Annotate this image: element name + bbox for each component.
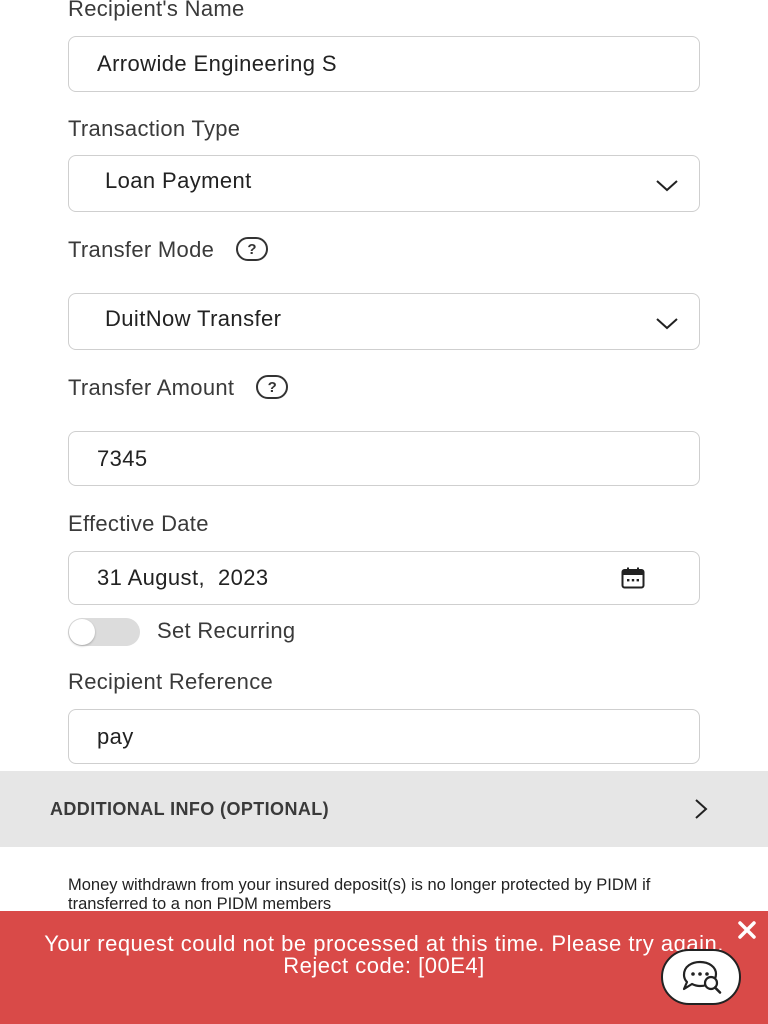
corner-accent: [754, 0, 768, 28]
transfer-amount-value: 7345: [97, 445, 148, 471]
additional-info-label: ADDITIONAL INFO (OPTIONAL): [50, 798, 330, 819]
error-message: Your request could not be processed at t…: [44, 931, 724, 978]
recipient-name-value: Arrowide Engineering S: [97, 51, 337, 76]
calendar-icon[interactable]: [621, 567, 645, 589]
error-banner: Your request could not be processed at t…: [0, 911, 768, 1024]
recipient-reference-input[interactable]: pay: [68, 709, 700, 764]
help-circle-icon[interactable]: ?: [256, 375, 289, 400]
transaction-type-select[interactable]: Loan Payment: [68, 155, 700, 212]
recipient-reference-label: Recipient Reference: [68, 669, 274, 694]
transfer-mode-label-text: Transfer Mode: [68, 237, 215, 262]
set-recurring-label: Set Recurring: [157, 618, 296, 643]
effective-date-value: 31 August, 2023: [97, 565, 269, 590]
chat-icon: [682, 960, 722, 994]
set-recurring-toggle[interactable]: [68, 618, 140, 646]
additional-info-section[interactable]: ADDITIONAL INFO (OPTIONAL): [0, 771, 768, 847]
pidm-notice: Money withdrawn from your insured deposi…: [68, 876, 651, 913]
effective-date-input[interactable]: 31 August, 2023: [68, 551, 700, 605]
transfer-amount-input[interactable]: 7345: [68, 431, 700, 486]
transfer-amount-label: Transfer Amount?: [68, 375, 289, 401]
recipient-name-label: Recipient's Name: [68, 0, 245, 21]
transfer-mode-select[interactable]: DuitNow Transfer: [68, 293, 700, 350]
chevron-down-icon: [656, 179, 678, 191]
chevron-right-icon: [695, 799, 708, 819]
transaction-type-label: Transaction Type: [68, 116, 241, 141]
help-circle-icon[interactable]: ?: [236, 237, 269, 262]
chevron-down-icon: [656, 317, 678, 329]
recipient-reference-value: pay: [97, 723, 134, 749]
recipient-name-input[interactable]: Arrowide Engineering S: [68, 36, 700, 92]
toggle-knob: [69, 619, 95, 645]
transfer-form-page: Recipient's Name Arrowide Engineering S …: [0, 0, 768, 1024]
transaction-type-value: Loan Payment: [105, 167, 252, 193]
transfer-mode-label: Transfer Mode?: [68, 237, 269, 263]
close-icon[interactable]: [736, 919, 758, 941]
transfer-amount-label-text: Transfer Amount: [68, 375, 235, 400]
chat-button[interactable]: [661, 949, 741, 1005]
effective-date-label: Effective Date: [68, 511, 209, 536]
transfer-mode-value: DuitNow Transfer: [105, 305, 282, 331]
